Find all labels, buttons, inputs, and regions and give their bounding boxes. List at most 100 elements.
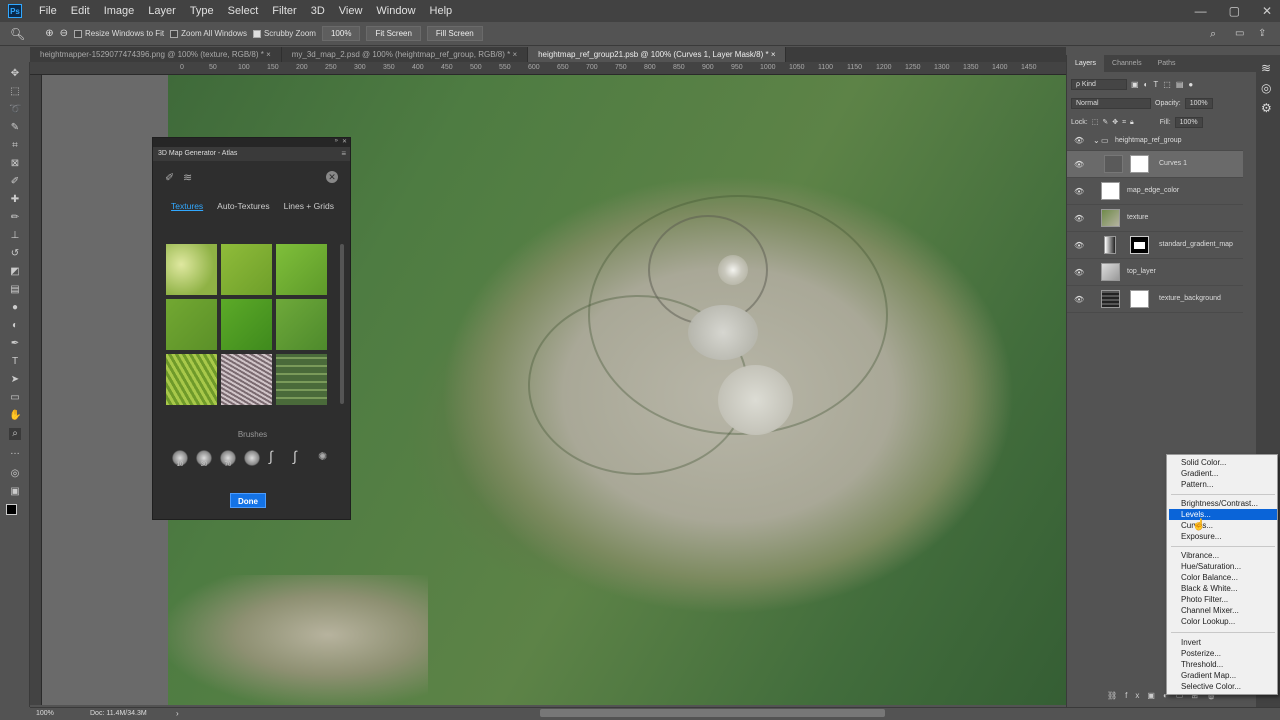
- history-brush-tool-icon[interactable]: ↺: [9, 248, 21, 260]
- layers-stack-icon[interactable]: ≋: [183, 171, 192, 184]
- layer-group-row[interactable]: 👁︎ ⌄ ▭ heightmap_ref_group: [1067, 131, 1243, 151]
- tab-auto-textures[interactable]: Auto-Textures: [217, 201, 269, 211]
- hand-tool-icon[interactable]: ✋: [9, 410, 21, 422]
- fill-field[interactable]: 100%: [1174, 117, 1203, 128]
- lock-icons[interactable]: ⬚✎✥⌗🔒︎: [1092, 118, 1138, 127]
- menu-item[interactable]: Selective Color...: [1169, 681, 1277, 692]
- layer-row[interactable]: 👁︎ texture_background: [1067, 286, 1243, 313]
- menu-item[interactable]: Color Balance...: [1169, 572, 1277, 583]
- stamp-tool-icon[interactable]: ⊥: [9, 230, 21, 242]
- menu-edit[interactable]: Edit: [64, 0, 97, 22]
- kind-filter-select[interactable]: ρ Kind: [1071, 79, 1127, 90]
- tab-heightmapper[interactable]: heightmapper-1529077474396.png @ 100% (t…: [30, 47, 282, 62]
- menu-item[interactable]: Photo Filter...: [1169, 594, 1277, 605]
- brush-tool-icon[interactable]: ✏: [9, 212, 21, 224]
- layer-mask-thumbnail[interactable]: [1130, 236, 1149, 254]
- scatter-brush-icon[interactable]: ✺: [318, 450, 327, 463]
- menu-view[interactable]: View: [332, 0, 370, 22]
- eye-icon[interactable]: 👁︎: [1074, 295, 1084, 304]
- menu-layer[interactable]: Layer: [141, 0, 183, 22]
- workspace-icon[interactable]: ▭: [1235, 28, 1244, 39]
- tab-paths[interactable]: Paths: [1150, 55, 1184, 72]
- marquee-tool-icon[interactable]: ⬚: [9, 86, 21, 98]
- share-icon[interactable]: ⇪: [1258, 28, 1266, 39]
- zoom-tool-icon[interactable]: ⌕: [9, 428, 21, 440]
- menu-item[interactable]: Channel Mixer...: [1169, 605, 1277, 616]
- texture-swatch[interactable]: [221, 244, 272, 295]
- texture-swatch[interactable]: [166, 244, 217, 295]
- close-panel-icon[interactable]: ✕: [342, 138, 347, 145]
- zoom-all-windows-checkbox[interactable]: Zoom All Windows: [170, 29, 247, 38]
- eye-icon[interactable]: 👁︎: [1074, 187, 1084, 196]
- menu-item[interactable]: Vibrance...: [1169, 550, 1277, 561]
- minimize-button[interactable]: —: [1195, 4, 1207, 18]
- dodge-tool-icon[interactable]: ◐: [9, 320, 21, 332]
- pen-tool-icon[interactable]: ✒: [9, 338, 21, 350]
- menu-item[interactable]: Pattern...: [1169, 479, 1277, 490]
- collapse-icon[interactable]: »: [335, 138, 338, 144]
- menu-help[interactable]: Help: [423, 0, 460, 22]
- lasso-tool-icon[interactable]: ➰: [9, 104, 21, 116]
- menu-3d[interactable]: 3D: [304, 0, 332, 22]
- filter-icons[interactable]: ▣◐T⬚▤●: [1131, 80, 1198, 89]
- foreground-color-swatch[interactable]: [6, 504, 17, 515]
- brush-preset[interactable]: 30: [196, 450, 212, 468]
- rectangle-tool-icon[interactable]: ▭: [9, 392, 21, 404]
- layers-panel-icon[interactable]: ≋: [1261, 61, 1271, 75]
- brush-preset[interactable]: [244, 450, 260, 466]
- channels-panel-icon[interactable]: ◎: [1261, 81, 1271, 95]
- layer-row[interactable]: 👁︎ top_layer: [1067, 259, 1243, 286]
- layer-row[interactable]: 👁︎ texture: [1067, 205, 1243, 232]
- crop-tool-icon[interactable]: ⌗: [9, 140, 21, 152]
- tab-textures[interactable]: Textures: [171, 201, 203, 211]
- tab-layers[interactable]: Layers: [1067, 55, 1105, 72]
- tab-lines-grids[interactable]: Lines + Grids: [284, 201, 334, 211]
- tab-heightmap-ref-group21[interactable]: heightmap_ref_group21.psb @ 100% (Curves…: [528, 47, 787, 62]
- menu-window[interactable]: Window: [369, 0, 422, 22]
- tab-my-3d-map[interactable]: my_3d_map_2.psd @ 100% (heightmap_ref_gr…: [282, 47, 529, 62]
- eraser-tool-icon[interactable]: ◩: [9, 266, 21, 278]
- eye-icon[interactable]: 👁︎: [1074, 268, 1084, 277]
- menu-item[interactable]: Solid Color...: [1169, 457, 1277, 468]
- menu-item[interactable]: Curves...: [1169, 520, 1277, 531]
- close-circle-icon[interactable]: ✕: [326, 171, 338, 183]
- menu-item[interactable]: Black & White...: [1169, 583, 1277, 594]
- zoom-out-icon[interactable]: ⊖: [60, 28, 68, 39]
- menu-select[interactable]: Select: [221, 0, 266, 22]
- done-button[interactable]: Done: [230, 493, 266, 508]
- adjustments-panel-icon[interactable]: ⚙: [1261, 101, 1272, 115]
- type-tool-icon[interactable]: T: [9, 356, 21, 368]
- healing-tool-icon[interactable]: ✚: [9, 194, 21, 206]
- eye-icon[interactable]: 👁︎: [1074, 241, 1084, 250]
- menu-type[interactable]: Type: [183, 0, 221, 22]
- textures-scrollbar[interactable]: [340, 244, 344, 404]
- blur-tool-icon[interactable]: ●: [9, 302, 21, 314]
- layer-row[interactable]: 👁︎ map_edge_color: [1067, 178, 1243, 205]
- menu-item[interactable]: Brightness/Contrast...: [1169, 498, 1277, 509]
- menu-item[interactable]: Posterize...: [1169, 648, 1277, 659]
- menu-item[interactable]: Hue/Saturation...: [1169, 561, 1277, 572]
- tab-close-icon[interactable]: ×: [266, 50, 271, 59]
- texture-swatch[interactable]: [221, 299, 272, 350]
- horizontal-scrollbar[interactable]: [540, 709, 885, 717]
- zoom-tool-icon[interactable]: 🔍︎: [10, 27, 25, 41]
- blend-mode-select[interactable]: Normal: [1071, 98, 1151, 109]
- fill-screen-button[interactable]: Fill Screen: [426, 26, 483, 41]
- curve-brush-icon[interactable]: ∫: [269, 448, 273, 464]
- frame-tool-icon[interactable]: ⊠: [9, 158, 21, 170]
- move-tool-icon[interactable]: ✥: [9, 68, 21, 80]
- gradient-tool-icon[interactable]: ▤: [9, 284, 21, 296]
- path-select-tool-icon[interactable]: ➤: [9, 374, 21, 386]
- texture-swatch[interactable]: [221, 354, 272, 405]
- screen-mode-icon[interactable]: ▣: [9, 486, 21, 498]
- layer-row-selected[interactable]: 👁︎ Curves 1: [1067, 151, 1243, 178]
- eye-icon[interactable]: 👁︎: [1074, 214, 1084, 223]
- search-icon[interactable]: ⌕: [1210, 28, 1216, 41]
- menu-item[interactable]: Invert: [1169, 637, 1277, 648]
- menu-item[interactable]: Gradient Map...: [1169, 670, 1277, 681]
- menu-item[interactable]: Color Lookup...: [1169, 616, 1277, 627]
- layer-mask-thumbnail[interactable]: [1130, 290, 1149, 308]
- zoom-level-field[interactable]: 100%: [321, 26, 361, 41]
- close-window-button[interactable]: ✕: [1262, 4, 1272, 18]
- eyedropper-tool-icon[interactable]: ✐: [9, 176, 21, 188]
